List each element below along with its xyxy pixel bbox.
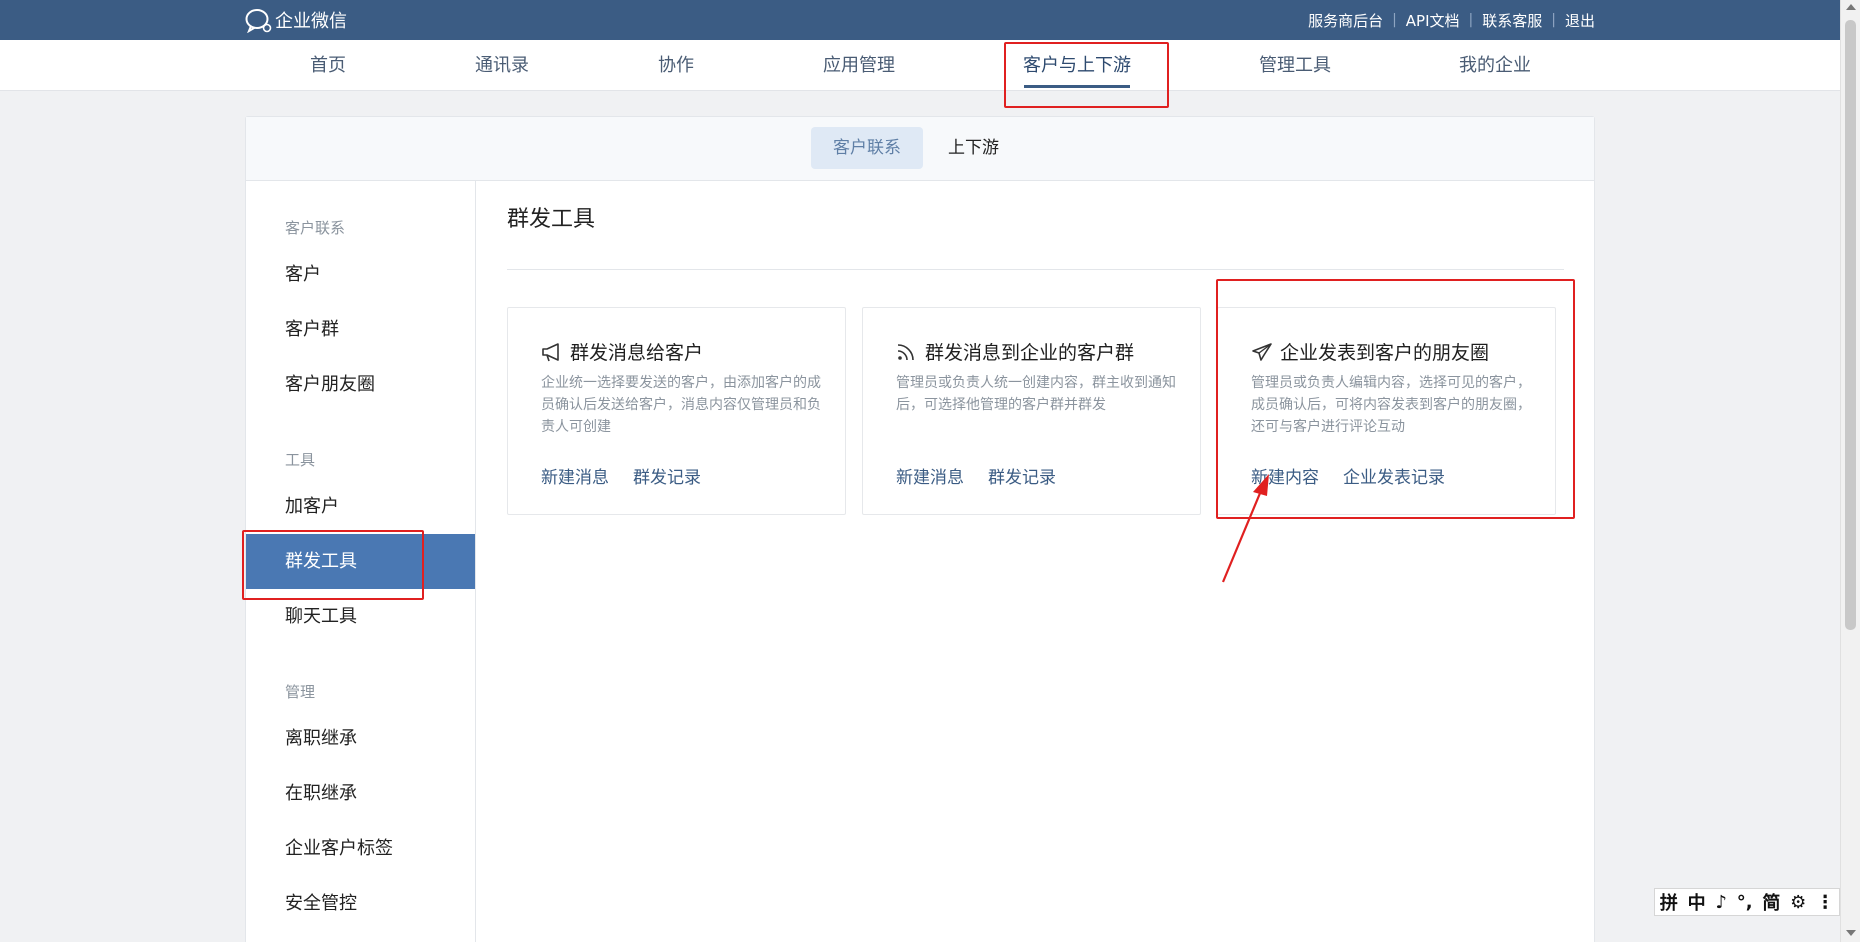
main-panel: 客户联系 上下游 客户联系 客户 客户群 客户朋友圈 工具 加客户 群发工具 聊…: [245, 116, 1595, 942]
send-history-link[interactable]: 群发记录: [988, 463, 1056, 488]
new-message-link[interactable]: 新建消息: [896, 463, 964, 488]
card-description: 管理员或负责人编辑内容，选择可见的客户，成员确认后，可将内容发表到客户的朋友圈，…: [1251, 375, 1531, 435]
ime-moon-icon[interactable]: ♪: [1715, 892, 1727, 913]
api-docs-link[interactable]: API文档: [1406, 10, 1460, 31]
scroll-down-icon[interactable]: [1846, 930, 1856, 936]
top-links: 服务商后台 | API文档 | 联系客服 | 退出: [1308, 0, 1595, 40]
annotation-arrow: [1221, 474, 1269, 583]
card-title-text: 群发消息给客户: [570, 342, 704, 364]
page-title: 群发工具: [507, 207, 596, 232]
ime-punctuation-icon[interactable]: °,: [1737, 892, 1753, 913]
sidebar-heading-tools: 工具: [285, 451, 316, 469]
card-links: 新建内容 企业发表记录: [1251, 463, 1469, 488]
brand[interactable]: 企业微信: [244, 0, 347, 40]
card-title: 企业发表到客户的朋友圈: [1251, 338, 1489, 365]
send-history-link[interactable]: 群发记录: [633, 463, 701, 488]
sidebar-heading-customer-contact: 客户联系: [285, 219, 346, 237]
tab-upstream-downstream[interactable]: 上下游: [926, 127, 1021, 169]
divider: |: [1468, 12, 1474, 28]
sidebar-item-add-customer[interactable]: 加客户: [246, 479, 475, 534]
megaphone-icon: [542, 342, 559, 361]
card-mass-message-to-groups: 群发消息到企业的客户群 管理员或负责人统一创建内容，群主收到通知后，可选择他管理…: [862, 307, 1201, 515]
ime-chinese-mode[interactable]: 中: [1688, 889, 1706, 915]
sidebar: 客户联系 客户 客户群 客户朋友圈 工具 加客户 群发工具 聊天工具 管理 离职…: [246, 181, 476, 942]
main-nav: 首页 通讯录 协作 应用管理 客户与上下游 管理工具 我的企业: [0, 40, 1840, 91]
card-mass-message-to-customers: 群发消息给客户 企业统一选择要发送的客户，由添加客户的成员确认后发送给客户，消息…: [507, 307, 846, 515]
card-title-text: 群发消息到企业的客户群: [925, 342, 1135, 364]
scroll-up-icon[interactable]: [1846, 4, 1856, 10]
nav-contacts[interactable]: 通讯录: [472, 40, 532, 91]
divider: [507, 269, 1564, 270]
sidebar-item-customer-moments[interactable]: 客户朋友圈: [246, 357, 475, 412]
sidebar-item-active-handover[interactable]: 在职继承: [246, 766, 475, 821]
wecom-logo-icon: [245, 9, 272, 33]
nav-collaboration[interactable]: 协作: [652, 40, 700, 91]
enterprise-post-history-link[interactable]: 企业发表记录: [1343, 463, 1445, 488]
nav-app-management[interactable]: 应用管理: [818, 40, 900, 91]
card-links: 新建消息 群发记录: [541, 463, 725, 488]
sidebar-item-customer-groups[interactable]: 客户群: [246, 302, 475, 357]
sidebar-heading-management: 管理: [285, 683, 316, 701]
sidebar-item-customer-tags[interactable]: 企业客户标签: [246, 821, 475, 876]
scroll-thumb[interactable]: [1845, 20, 1856, 630]
sub-tabs: 客户联系 上下游: [246, 117, 1594, 181]
tab-customer-contact[interactable]: 客户联系: [811, 127, 923, 169]
broadcast-icon: [897, 343, 914, 360]
sidebar-item-mass-messaging[interactable]: 群发工具: [246, 534, 475, 589]
card-description: 管理员或负责人统一创建内容，群主收到通知后，可选择他管理的客户群并群发: [896, 375, 1176, 413]
ime-settings-icon[interactable]: ⚙: [1790, 892, 1806, 913]
ime-simplified-mode[interactable]: 简: [1762, 889, 1780, 915]
vertical-scrollbar[interactable]: [1840, 0, 1860, 942]
ime-toolbar: 拼 中 ♪ °, 简 ⚙ ⋮: [1654, 888, 1840, 916]
card-title-text: 企业发表到客户的朋友圈: [1280, 342, 1490, 364]
divider: |: [1392, 12, 1397, 28]
ime-pinyin-icon[interactable]: 拼: [1660, 889, 1678, 915]
nav-customers-partners[interactable]: 客户与上下游: [1018, 40, 1136, 91]
logout-link[interactable]: 退出: [1565, 10, 1595, 31]
nav-my-enterprise[interactable]: 我的企业: [1454, 40, 1536, 91]
contact-support-link[interactable]: 联系客服: [1482, 10, 1542, 31]
top-bar: 企业微信 服务商后台 | API文档 | 联系客服 | 退出: [0, 0, 1840, 40]
sidebar-item-security-control[interactable]: 安全管控: [246, 876, 475, 931]
new-message-link[interactable]: 新建消息: [541, 463, 609, 488]
ime-more-icon[interactable]: ⋮: [1816, 892, 1834, 913]
sidebar-item-resigned-handover[interactable]: 离职继承: [246, 711, 475, 766]
paper-plane-icon: [1252, 342, 1272, 361]
card-title: 群发消息到企业的客户群: [896, 338, 1134, 365]
sidebar-item-chat-tools[interactable]: 聊天工具: [246, 589, 475, 644]
card-title: 群发消息给客户: [541, 338, 703, 365]
sidebar-item-customers[interactable]: 客户: [246, 247, 475, 302]
brand-name: 企业微信: [275, 11, 347, 32]
divider: |: [1551, 12, 1556, 28]
card-links: 新建消息 群发记录: [896, 463, 1080, 488]
nav-management-tools[interactable]: 管理工具: [1254, 40, 1336, 91]
service-backend-link[interactable]: 服务商后台: [1308, 10, 1383, 31]
card-description: 企业统一选择要发送的客户，由添加客户的成员确认后发送给客户，消息内容仅管理员和负…: [541, 375, 821, 435]
nav-home[interactable]: 首页: [300, 40, 356, 91]
active-nav-underline: [1024, 85, 1130, 88]
